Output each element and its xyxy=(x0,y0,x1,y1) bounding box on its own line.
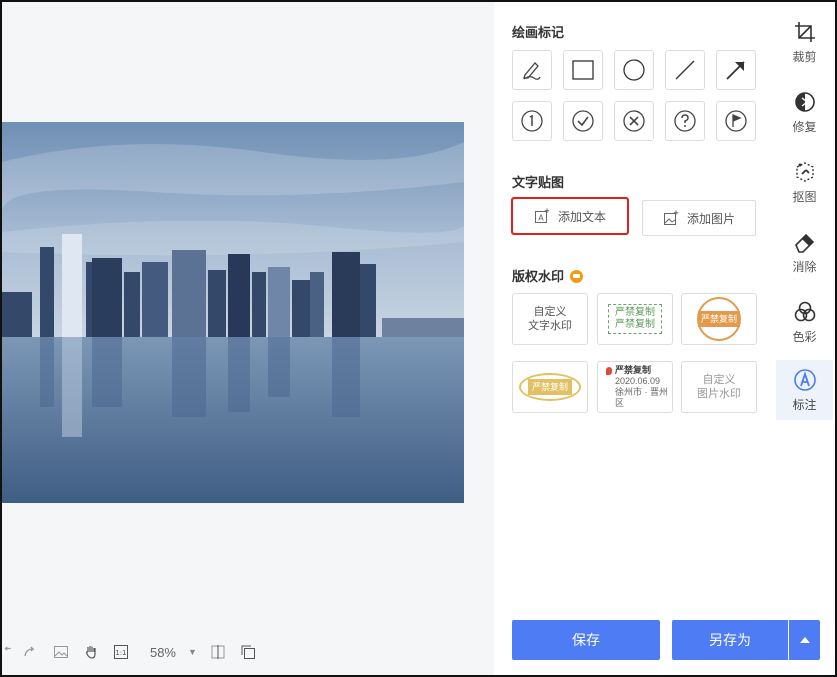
green-stamp-line2: 严禁复制 xyxy=(615,319,655,330)
rail-label-annotate: 标注 xyxy=(792,397,817,412)
orange-seal-text: 严禁复制 xyxy=(698,311,741,327)
tool-rail: 裁剪 修复 抠图 消除 色彩 标注 xyxy=(774,2,835,675)
arrow-tool[interactable] xyxy=(716,50,756,90)
gold-stamp-watermark[interactable]: 严禁复制 xyxy=(512,361,588,413)
question-circle-icon xyxy=(674,110,696,132)
watermark-section-title: 版权水印 xyxy=(512,266,584,285)
add-text-button[interactable]: A 添加文本 xyxy=(511,197,629,235)
svg-text:A: A xyxy=(538,214,544,223)
location-stamp-watermark[interactable]: 严禁复制 2020.06.09 徐州市 · 晋州区 xyxy=(597,361,673,413)
save-button[interactable]: 保存 xyxy=(512,620,660,660)
arrow-icon xyxy=(726,61,745,80)
drawing-section-title: 绘画标记 xyxy=(512,25,565,40)
cross-tool[interactable] xyxy=(614,101,654,141)
annotation-panel: 绘画标记 文字贴图 A 添加文本 添加图片 版权水印 自定义 文字水印 严禁复制… xyxy=(494,2,774,675)
actual-size-icon[interactable]: 1:1 xyxy=(106,640,136,664)
canvas-toolbar: 1:1 58% ▼ xyxy=(2,640,263,664)
add-text-label: 添加文本 xyxy=(557,209,606,224)
add-image-label: 添加图片 xyxy=(686,211,735,226)
rail-item-cutout[interactable]: 抠图 xyxy=(776,152,833,212)
wm-custom-text-line1: 自定义 xyxy=(533,306,567,318)
city-skyline-photo xyxy=(2,122,464,503)
eraser-icon xyxy=(794,233,814,253)
gold-seal: 严禁复制 xyxy=(519,373,581,401)
pen-tool[interactable] xyxy=(512,50,552,90)
rail-item-eraser[interactable]: 消除 xyxy=(776,222,833,282)
redo-icon[interactable] xyxy=(16,640,46,664)
add-image-icon xyxy=(663,210,679,225)
wm-custom-image-line2: 图片水印 xyxy=(697,388,741,400)
number-tool[interactable] xyxy=(512,101,552,141)
wm-custom-image-line1: 自定义 xyxy=(702,374,736,386)
location-stamp-line1: 严禁复制 xyxy=(615,365,652,375)
hand-icon[interactable] xyxy=(76,640,106,664)
rail-label-color: 色彩 xyxy=(792,329,817,344)
zoom-value: 58% xyxy=(149,644,176,660)
rail-label-cutout: 抠图 xyxy=(792,189,817,204)
rectangle-tool[interactable] xyxy=(563,50,603,90)
location-pin-icon xyxy=(606,366,612,375)
zoom-select[interactable]: 58% ▼ xyxy=(140,645,197,660)
vip-crown-icon xyxy=(570,270,584,283)
question-tool[interactable] xyxy=(665,101,705,141)
gold-seal-text: 严禁复制 xyxy=(527,379,572,395)
location-stamp-date: 2020.06.09 xyxy=(615,376,661,386)
chevron-down-icon: ▼ xyxy=(188,647,197,657)
undo-icon[interactable] xyxy=(2,640,16,664)
image-canvas[interactable]: 1:1 58% ▼ xyxy=(2,2,494,675)
line-tool[interactable] xyxy=(665,50,705,90)
add-image-button[interactable]: 添加图片 xyxy=(642,200,756,236)
custom-image-watermark[interactable]: 自定义 图片水印 xyxy=(681,361,757,413)
circle-icon xyxy=(623,59,645,81)
x-circle-icon xyxy=(623,110,645,132)
custom-text-watermark[interactable]: 自定义 文字水印 xyxy=(512,293,588,345)
compare-icon[interactable] xyxy=(203,640,233,664)
rail-label-repair: 修复 xyxy=(792,119,817,134)
rectangle-icon xyxy=(572,60,594,80)
number-1-icon xyxy=(521,110,543,132)
svg-text:1:1: 1:1 xyxy=(115,649,126,657)
save-as-button[interactable]: 另存为 xyxy=(672,620,788,660)
annotate-icon xyxy=(793,368,816,391)
save-as-dropdown-button[interactable] xyxy=(789,620,820,660)
rail-label-crop: 裁剪 xyxy=(792,49,817,64)
rail-item-crop[interactable]: 裁剪 xyxy=(776,12,833,72)
watermark-title-text: 版权水印 xyxy=(512,269,565,284)
pen-icon xyxy=(523,62,541,80)
add-text-icon: A xyxy=(534,208,550,223)
orange-stamp-watermark[interactable]: 严禁复制 xyxy=(681,293,757,345)
check-tool[interactable] xyxy=(563,101,603,141)
repair-icon xyxy=(794,91,815,112)
green-stamp: 严禁复制 严禁复制 xyxy=(608,304,662,334)
line-icon xyxy=(675,60,695,80)
check-circle-icon xyxy=(572,110,594,132)
rail-item-annotate[interactable]: 标注 xyxy=(776,360,833,420)
color-icon xyxy=(794,301,815,321)
flag-circle-icon xyxy=(725,110,747,132)
green-stamp-line1: 严禁复制 xyxy=(615,307,655,318)
orange-seal: 严禁复制 xyxy=(697,297,741,341)
wm-custom-text-line2: 文字水印 xyxy=(528,320,572,332)
copy-icon[interactable] xyxy=(233,640,263,664)
rail-label-eraser: 消除 xyxy=(792,259,817,274)
cutout-icon xyxy=(795,161,814,182)
circle-tool[interactable] xyxy=(614,50,654,90)
text-section-title: 文字贴图 xyxy=(512,175,565,190)
crop-icon xyxy=(794,21,815,42)
location-stamp-city: 徐州市 · 晋州区 xyxy=(615,387,668,408)
rail-item-color[interactable]: 色彩 xyxy=(776,292,833,352)
flag-tool[interactable] xyxy=(716,101,756,141)
green-stamp-watermark[interactable]: 严禁复制 严禁复制 xyxy=(597,293,673,345)
rail-item-repair[interactable]: 修复 xyxy=(776,82,833,142)
image-icon[interactable] xyxy=(46,640,76,664)
